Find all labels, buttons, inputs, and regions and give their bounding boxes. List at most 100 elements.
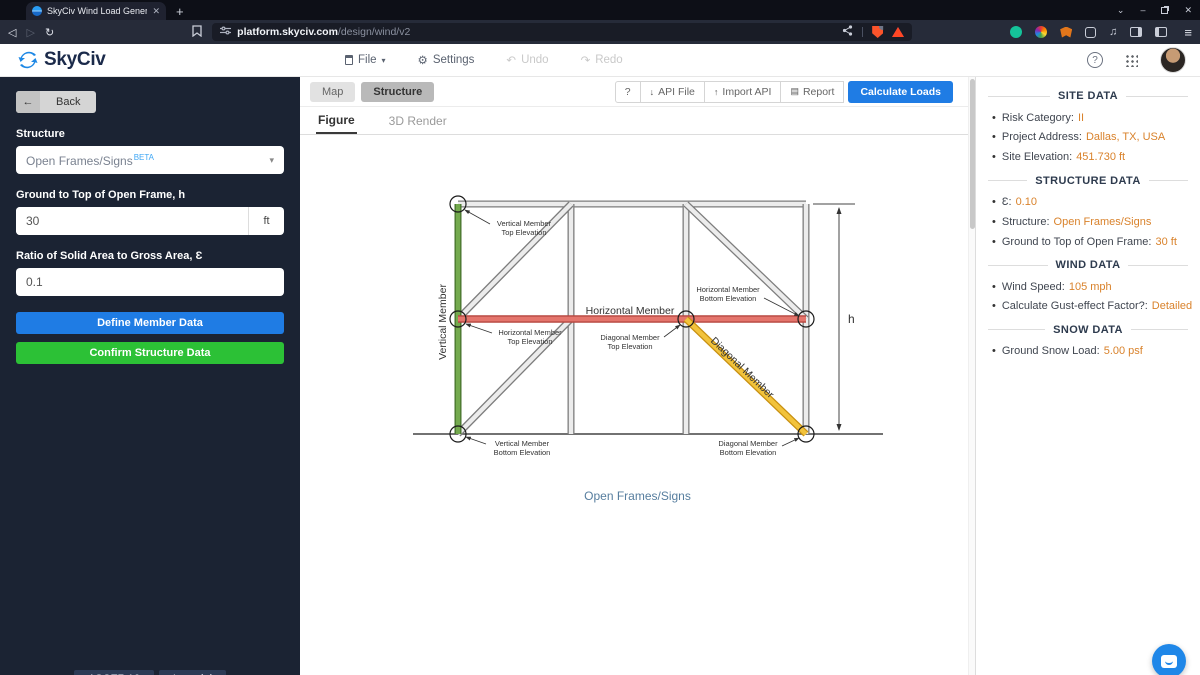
dim-label: h [848,312,855,326]
extension-metamask-icon[interactable] [1060,26,1073,38]
svg-text:Vertical Member: Vertical Member [494,439,549,448]
redo-button[interactable]: ↷ Redo [581,53,623,67]
list-item: • Calculate Gust-effect Factor?: Detailed [992,300,1193,313]
url-path: /design/wind/v2 [337,26,411,38]
svg-text:Horizontal Member: Horizontal Member [696,285,760,294]
url-host: platform.skyciv.com [237,26,338,38]
address-bar[interactable]: platform.skyciv.com/design/wind/v2 [212,23,913,41]
extension-grammarly-icon[interactable] [1010,26,1023,38]
svg-text:Horizontal Member: Horizontal Member [498,328,562,337]
height-label: Ground to Top of Open Frame, h [16,189,186,201]
back-arrow-icon: ← [16,91,40,113]
ratio-input[interactable] [16,268,284,296]
browser-menu-icon[interactable]: ≡ [1184,25,1192,40]
window-close-icon[interactable]: ✕ [1184,5,1192,16]
vertical-member-label: Vertical Member [437,284,449,360]
gear-icon: ⚙ [417,55,428,67]
bookmark-icon[interactable] [192,24,202,40]
chat-widget-button[interactable] [1152,644,1186,675]
section-header-snow-data: SNOW DATA [988,324,1189,336]
brand-name: SkyCiv [44,49,106,70]
file-icon [345,55,353,65]
structure-diagram: h Vertical Member Top Elevation Horizont… [412,195,883,457]
horizontal-member-label: Horizontal Member [585,305,674,317]
import-api-button[interactable]: ↑ Import API [703,80,782,103]
extension-card-icon[interactable] [1155,27,1168,37]
figure-tab[interactable]: Figure [316,107,357,134]
back-button[interactable]: ← Back [16,91,97,113]
svg-text:Bottom Elevation: Bottom Elevation [719,448,776,457]
shield-badge [879,26,884,30]
toolbar-help-button[interactable]: ? [614,80,641,103]
redo-icon: ↷ [580,55,591,67]
define-member-data-button[interactable]: Define Member Data [16,312,284,334]
brave-shield-icon[interactable] [872,26,884,38]
svg-text:Top Elevation: Top Elevation [501,228,546,237]
extension-generic-icon[interactable] [1085,26,1097,38]
report-icon: ▤ [790,86,799,96]
apps-grid-icon[interactable] [1125,53,1138,67]
new-tab-button[interactable]: + [176,2,184,20]
design-code-button[interactable]: ASCE7-16 [73,670,154,675]
svg-text:Bottom Elevation: Bottom Elevation [699,294,756,303]
download-icon: ↓ [649,86,655,97]
structure-label: Structure [16,128,65,140]
main-area: Map Structure ? ↓ API File ↑ Import API ▤ R… [300,77,975,675]
list-item: • Ground to Top of Open Frame: 30 ft [992,235,1177,248]
file-menu[interactable]: File ▾ [345,54,386,66]
reload-icon[interactable]: ↻ [45,26,54,39]
window-minimize-icon[interactable]: – [1140,5,1145,15]
confirm-structure-data-button[interactable]: Confirm Structure Data [16,342,284,364]
forward-icon[interactable]: ▷ [26,26,34,39]
main-scrollbar[interactable] [968,77,975,675]
map-tab[interactable]: Map [310,81,356,102]
extension-music-icon[interactable]: ♫ [1109,26,1117,38]
figure-caption: Open Frames/Signs [584,489,691,503]
back-icon[interactable]: ◁ [8,26,16,39]
help-icon[interactable]: ? [1087,52,1103,68]
tab-title: SkyCiv Wind Load Generat [47,6,148,16]
structure-select[interactable]: Open Frames/SignsBETA ▾ [16,146,284,174]
figure-canvas: h Vertical Member Top Elevation Horizont… [300,135,975,675]
height-dimension: h [812,203,855,431]
site-settings-icon[interactable] [220,26,232,38]
svg-text:Bottom Elevation: Bottom Elevation [493,448,550,457]
beta-badge: BETA [133,152,155,162]
brave-rewards-icon[interactable] [892,27,905,37]
calculate-loads-button[interactable]: Calculate Loads [848,80,953,103]
section-header-site-data: SITE DATA [988,90,1188,102]
svg-text:Diagonal Member: Diagonal Member [718,439,778,448]
diagonal-member-label: Diagonal Member [708,335,776,401]
list-item: • Structure: Open Frames/Signs [992,215,1152,228]
list-item: • Risk Category: II [992,111,1085,124]
svg-text:Top Elevation: Top Elevation [607,342,652,351]
skyciv-logo-icon [18,51,38,69]
share-icon[interactable] [842,25,853,39]
api-file-button[interactable]: ↓ API File [639,80,705,103]
user-avatar[interactable] [1160,47,1186,73]
render-tab[interactable]: 3D Render [387,107,449,134]
browser-toolbar: ◁ ▷ ↻ platform.skyciv.com/design/wind/v2… [0,20,1200,44]
undo-button[interactable]: ↶ Undo [506,53,548,67]
undo-icon: ↶ [506,55,517,67]
divider [862,27,864,37]
settings-menu[interactable]: ⚙ Settings [418,53,475,67]
app-header: SkyCiv File ▾ ⚙ Settings ↶ Undo ↷ Redo ? [0,44,1200,77]
height-input[interactable] [16,207,248,235]
browser-tab-bar: SkyCiv Wind Load Generat ✕ + ⌄ – ✕ [0,0,1200,20]
tab-close-icon[interactable]: ✕ [152,6,160,17]
window-restore-icon[interactable] [1161,6,1169,14]
report-button[interactable]: ▤ Report [780,80,845,103]
browser-tab[interactable]: SkyCiv Wind Load Generat ✕ [26,2,166,20]
sidebar-toggle-icon[interactable] [1130,27,1143,37]
skyciv-logo[interactable]: SkyCiv [18,49,106,71]
ratio-label: Ratio of Solid Area to Gross Area, Ɛ [16,250,203,262]
left-sidebar: ← Back Structure Open Frames/SignsBETA ▾… [0,77,300,675]
window-menu-chevron-icon[interactable]: ⌄ [1117,5,1125,16]
structure-tab[interactable]: Structure [361,81,435,102]
units-button[interactable]: Imperial [158,670,227,675]
list-item: • Project Address: Dallas, TX, USA [992,131,1166,144]
extension-colorwheel-icon[interactable] [1035,26,1048,38]
list-item: • Ground Snow Load: 5.00 psf [992,345,1143,358]
section-header-wind-data: WIND DATA [988,259,1188,271]
